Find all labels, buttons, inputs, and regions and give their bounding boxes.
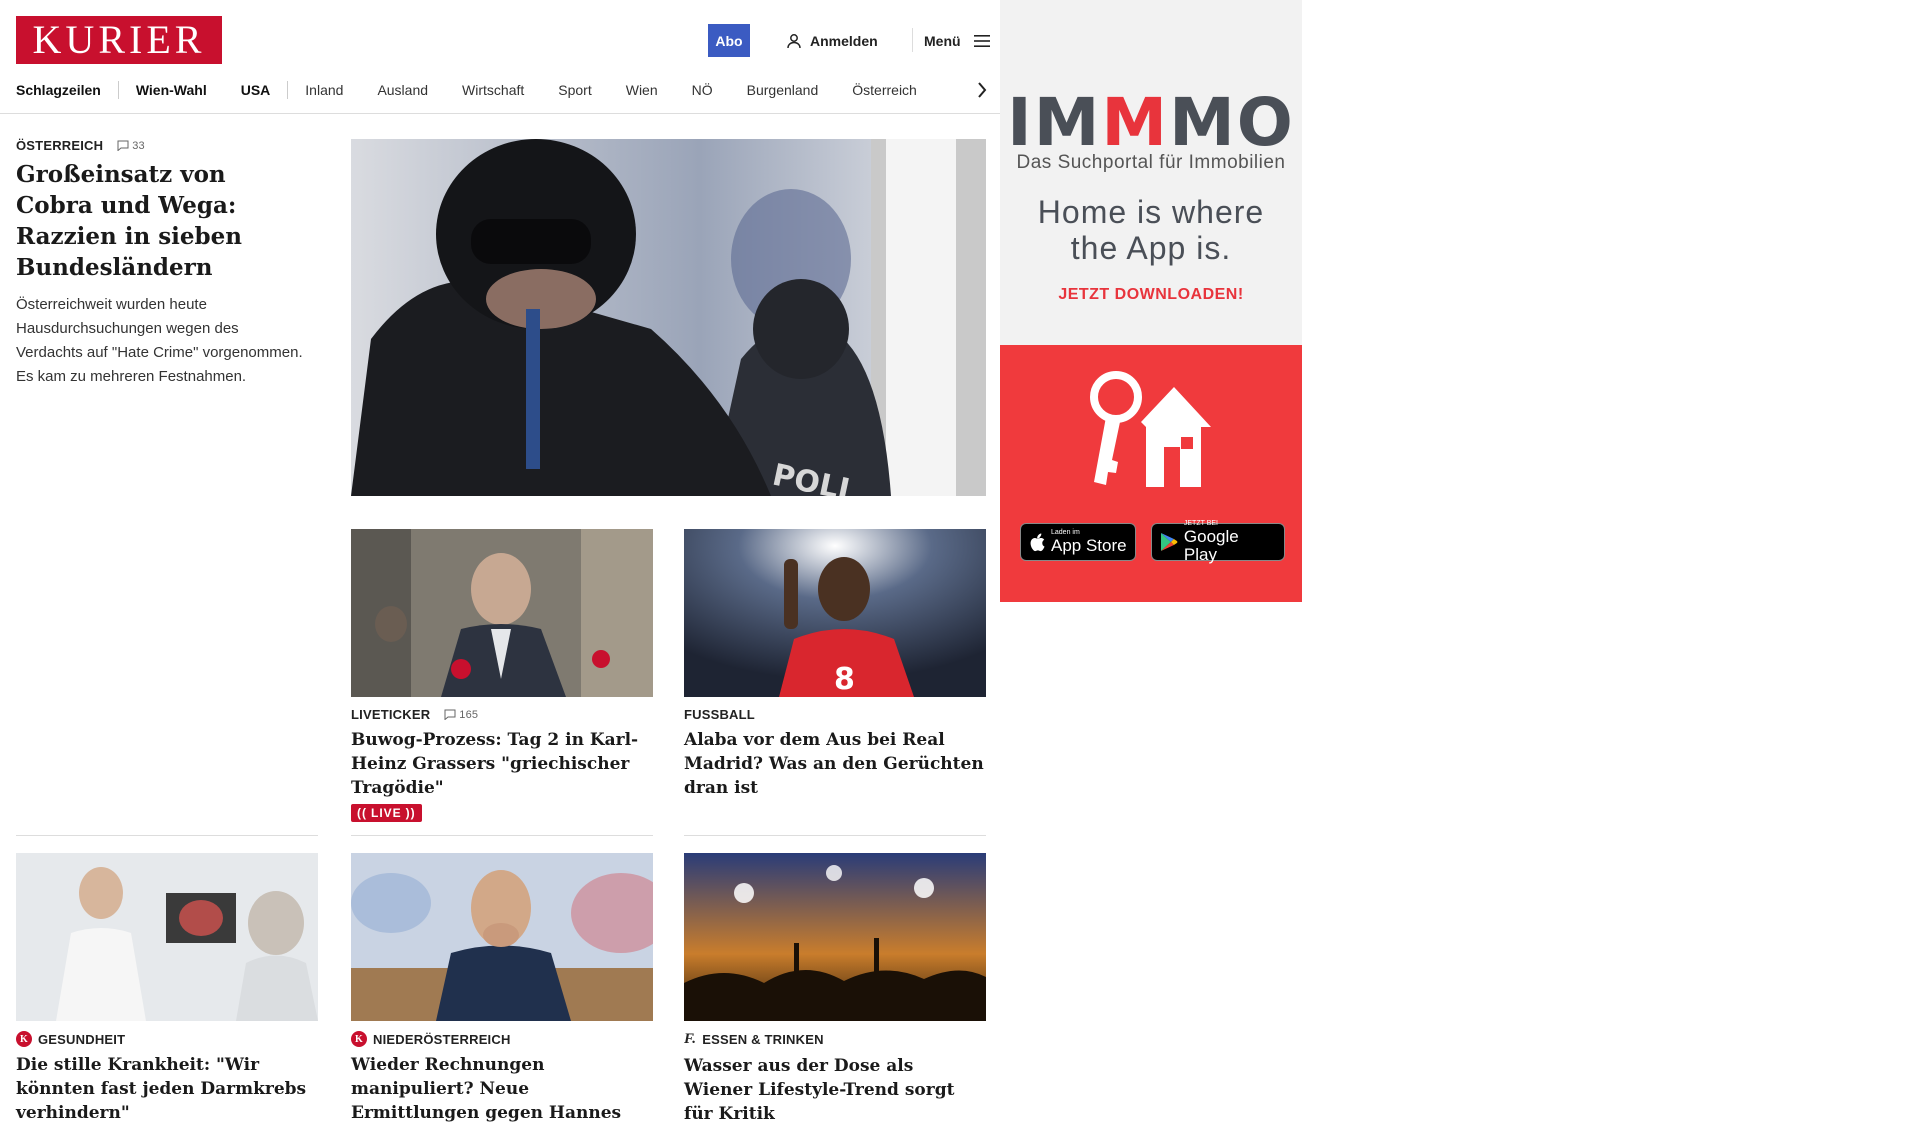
- lead-kicker: ÖSTERREICH 33: [16, 138, 306, 153]
- abo-button[interactable]: Abo: [708, 24, 750, 57]
- nav-item-wien-wahl[interactable]: Wien-Wahl: [119, 78, 224, 102]
- app-store-text: Laden im App Store: [1051, 529, 1127, 555]
- comment-count-value: 33: [132, 139, 145, 152]
- menu-button[interactable]: Menü: [924, 31, 991, 51]
- nav-item-oesterreich[interactable]: Österreich: [835, 78, 934, 102]
- comment-icon: [117, 140, 129, 151]
- immmo-logo-part: MO: [1169, 84, 1295, 161]
- immmo-logo: IMMMO: [1000, 88, 1302, 158]
- freizeit-icon: f.: [684, 1031, 697, 1047]
- immmo-logo-accent: M: [1101, 84, 1170, 161]
- immmo-logo-part: IM: [1007, 84, 1102, 161]
- article-kicker-label: FUSSBALL: [684, 707, 755, 722]
- kurier-plus-icon: K: [16, 1031, 32, 1047]
- article-title[interactable]: Buwog-Prozess: Tag 2 in Karl-Heinz Grass…: [351, 728, 653, 800]
- user-icon: [787, 34, 801, 49]
- key-house-icon: [1090, 371, 1211, 487]
- comment-icon: [444, 709, 456, 720]
- article-image[interactable]: 8: [684, 529, 986, 697]
- row-divider: [16, 835, 318, 836]
- article-title[interactable]: Alaba vor dem Aus bei Real Madrid? Was a…: [684, 728, 986, 800]
- nav-item-wien[interactable]: Wien: [609, 78, 675, 102]
- live-badge-label: LIVE: [371, 806, 402, 820]
- nav-item-schlagzeilen[interactable]: Schlagzeilen: [16, 78, 118, 102]
- article-card[interactable]: K GESUNDHEIT Die stille Krankheit: "Wir …: [16, 853, 318, 1125]
- ad-headline-line: the App is.: [1070, 230, 1232, 266]
- app-store-button[interactable]: Laden im App Store: [1020, 523, 1136, 561]
- immmo-advertisement[interactable]: IMMMO Das Suchportal für Immobilien Home…: [1000, 0, 1302, 602]
- live-signal-icon: )): [405, 806, 416, 820]
- doctor-photo-image: [16, 853, 318, 1021]
- nav-scroll-right-button[interactable]: [970, 78, 994, 102]
- login-button[interactable]: Anmelden: [786, 31, 878, 51]
- article-card[interactable]: LIVETICKER 165 Buwog-Prozess: Tag 2 in K…: [351, 529, 653, 822]
- article-kicker-label: ESSEN & TRINKEN: [702, 1032, 824, 1047]
- ad-subtitle: Das Suchportal für Immobilien: [1016, 152, 1286, 173]
- article-card[interactable]: 8 FUSSBALL Alaba vor dem Aus bei Real Ma…: [684, 529, 986, 800]
- lead-article[interactable]: ÖSTERREICH 33 Großeinsatz von Cobra und …: [16, 138, 306, 389]
- article-image[interactable]: [351, 529, 653, 697]
- lead-title[interactable]: Großeinsatz von Cobra und Wega: Razzien …: [16, 159, 306, 283]
- article-kicker: FUSSBALL: [684, 707, 986, 722]
- nav-item-inland[interactable]: Inland: [288, 78, 360, 102]
- lead-teaser: Österreichweit wurden heute Hausdurchsuc…: [16, 296, 303, 385]
- article-image[interactable]: [351, 853, 653, 1021]
- row-divider: [684, 835, 986, 836]
- row-divider: [351, 835, 653, 836]
- nav-item-sport[interactable]: Sport: [541, 78, 608, 102]
- nav-item-noe[interactable]: NÖ: [675, 78, 730, 102]
- article-kicker-label: GESUNDHEIT: [38, 1031, 126, 1047]
- category-nav: Schlagzeilen Wien-Wahl USA Inland Auslan…: [16, 78, 1000, 102]
- google-play-icon: [1160, 533, 1178, 551]
- article-title[interactable]: Die stille Krankheit: "Wir könnten fast …: [16, 1053, 318, 1125]
- article-title[interactable]: Wieder Rechnungen manipuliert? Neue Ermi…: [351, 1053, 653, 1125]
- nav-item-usa[interactable]: USA: [224, 78, 288, 102]
- google-play-button[interactable]: JETZT BEI Google Play: [1151, 520, 1285, 564]
- ad-download-link[interactable]: JETZT DOWNLOADEN!: [1000, 286, 1302, 304]
- article-image[interactable]: [16, 853, 318, 1021]
- login-label: Anmelden: [810, 33, 878, 49]
- nav-item-burgenland[interactable]: Burgenland: [730, 78, 836, 102]
- header-divider-line: [0, 113, 1008, 114]
- article-image[interactable]: [684, 853, 986, 1021]
- chevron-right-icon: [978, 82, 987, 98]
- lead-kicker-label: ÖSTERREICH: [16, 138, 104, 153]
- ad-app-panel: Laden im App Store JETZT BEI Google Play: [1000, 345, 1302, 602]
- ad-headline-line: Home is where: [1037, 194, 1265, 230]
- header-divider: [912, 28, 913, 52]
- kurier-plus-icon: K: [351, 1031, 367, 1047]
- article-kicker: LIVETICKER 165: [351, 707, 653, 722]
- google-play-big-label: Google Play: [1183, 527, 1239, 564]
- apple-icon: [1030, 533, 1045, 551]
- comment-count[interactable]: 33: [117, 140, 145, 152]
- comment-count-value: 165: [459, 708, 479, 721]
- defendant-photo-image: [351, 853, 653, 1021]
- jersey-number-text: 8: [834, 662, 855, 697]
- lead-image[interactable]: POLI: [351, 139, 986, 496]
- police-photo-image: POLI: [351, 139, 986, 496]
- menu-label: Menü: [924, 33, 961, 49]
- article-card[interactable]: K NIEDERÖSTERREICH Wieder Rechnungen man…: [351, 853, 653, 1125]
- football-player-photo-image: 8: [684, 529, 986, 697]
- courtroom-photo-image: [351, 529, 653, 697]
- article-kicker: K NIEDERÖSTERREICH: [351, 1031, 653, 1047]
- article-kicker-label: LIVETICKER: [351, 707, 431, 722]
- site-header: KURIER Abo Anmelden Menü Schlagzeilen Wi…: [0, 0, 1008, 114]
- article-title[interactable]: Wasser aus der Dose als Wiener Lifestyle…: [684, 1054, 986, 1126]
- nav-item-wirtschaft[interactable]: Wirtschaft: [445, 78, 541, 102]
- kurier-logo[interactable]: KURIER: [16, 16, 222, 64]
- google-play-text: JETZT BEI Google Play: [1184, 520, 1276, 564]
- article-card[interactable]: f. ESSEN & TRINKEN Wasser aus der Dose a…: [684, 853, 986, 1126]
- article-kicker-label: NIEDERÖSTERREICH: [373, 1031, 511, 1047]
- live-badge: (( LIVE )): [351, 804, 422, 822]
- hamburger-icon: [973, 35, 990, 47]
- app-store-big-label: App Store: [1051, 536, 1127, 555]
- article-kicker: K GESUNDHEIT: [16, 1031, 318, 1047]
- ad-headline: Home is where the App is.: [1000, 194, 1302, 266]
- concert-photo-image: [684, 853, 986, 1021]
- nav-item-ausland[interactable]: Ausland: [360, 78, 445, 102]
- comment-count[interactable]: 165: [444, 709, 478, 721]
- article-kicker: f. ESSEN & TRINKEN: [684, 1031, 986, 1048]
- live-signal-icon: ((: [357, 806, 367, 820]
